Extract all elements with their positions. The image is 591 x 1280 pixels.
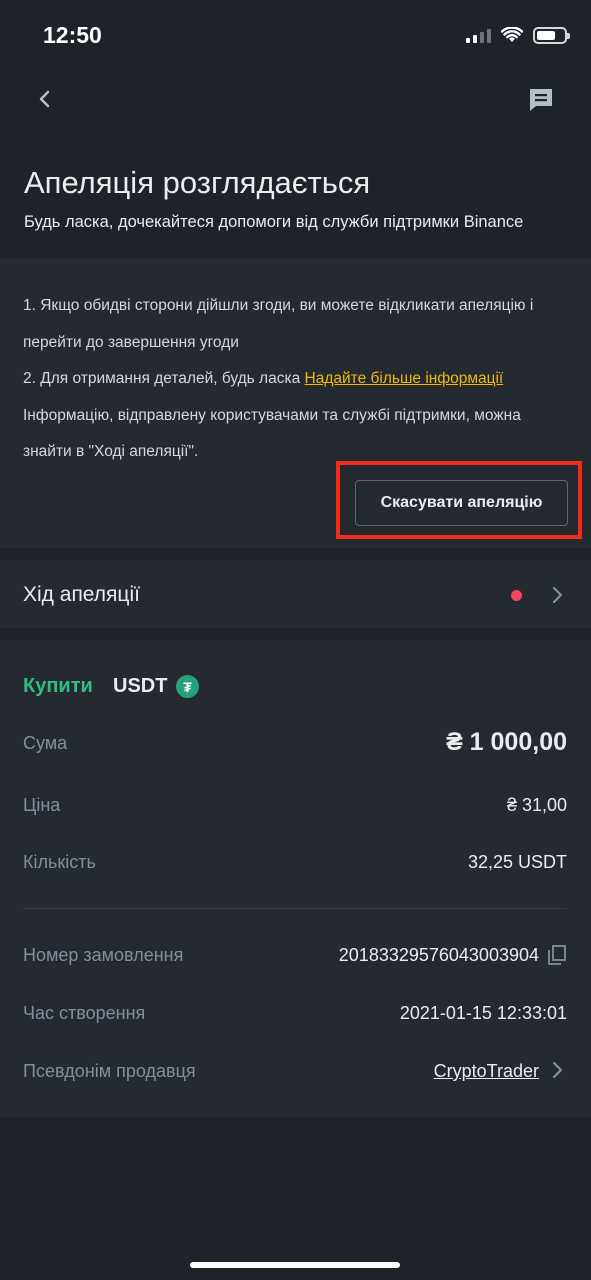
seller-nickname-link[interactable]: CryptoTrader	[434, 1061, 539, 1082]
cellular-signal-icon	[466, 27, 491, 43]
status-time: 12:50	[43, 22, 102, 48]
cancel-appeal-button[interactable]: Скасувати апеляцію	[355, 480, 568, 526]
amount-label: Сума	[23, 733, 68, 753]
appeal-progress-label: Хід апеляції	[23, 583, 140, 606]
provide-info-link[interactable]: Надайте більше інформації	[305, 370, 504, 387]
price-value: ₴ 31,00	[506, 795, 567, 815]
status-icons	[466, 24, 570, 46]
page-subtitle: Будь ласка, дочекайтеся допомоги від слу…	[24, 213, 524, 231]
copy-icon[interactable]	[547, 944, 567, 966]
created-time-label: Час створення	[23, 1003, 146, 1023]
chat-icon[interactable]	[527, 86, 555, 114]
amount-value: ₴ 1 000,00	[446, 728, 567, 756]
order-details-card	[0, 640, 591, 1117]
page-title: Апеляція розглядається	[24, 165, 371, 200]
notification-dot	[511, 590, 522, 601]
chevron-right-icon[interactable]	[551, 1060, 565, 1080]
home-indicator	[190, 1262, 400, 1268]
quantity-label: Кількість	[23, 852, 96, 872]
appeal-instructions: 1. Якщо обидві сторони дійшли згоди, ви …	[23, 288, 573, 471]
instruction-line-1: 1. Якщо обидві сторони дійшли згоди, ви …	[23, 297, 534, 351]
usdt-icon: ₮	[176, 675, 199, 698]
order-asset: USDT	[113, 675, 168, 697]
seller-nickname-label: Псевдонім продавця	[23, 1061, 196, 1081]
chevron-right-icon[interactable]	[551, 585, 565, 605]
created-time-value: 2021-01-15 12:33:01	[399, 1003, 567, 1023]
order-number-value: 20183329576043003904	[338, 945, 539, 965]
back-arrow-icon[interactable]	[32, 86, 58, 112]
instruction-line-2: 2. Для отримання деталей, будь ласка Над…	[23, 361, 573, 398]
order-number-label: Номер замовлення	[23, 945, 184, 965]
instruction-line-3: Інформацію, відправлену користувачами та…	[23, 406, 521, 461]
price-label: Ціна	[23, 795, 61, 815]
status-bar: 12:50	[0, 0, 591, 70]
quantity-value: 32,25 USDT	[467, 852, 567, 872]
divider	[23, 908, 567, 909]
appeal-info-card: 1. Якщо обидві сторони дійшли згоди, ви …	[0, 258, 591, 548]
instruction-line-2-text: 2. Для отримання деталей, будь ласка	[23, 370, 305, 387]
order-side: Купити	[23, 675, 93, 697]
wifi-icon	[501, 27, 523, 42]
battery-icon	[533, 26, 570, 44]
appeal-progress-row[interactable]: Хід апеляції	[0, 560, 591, 628]
